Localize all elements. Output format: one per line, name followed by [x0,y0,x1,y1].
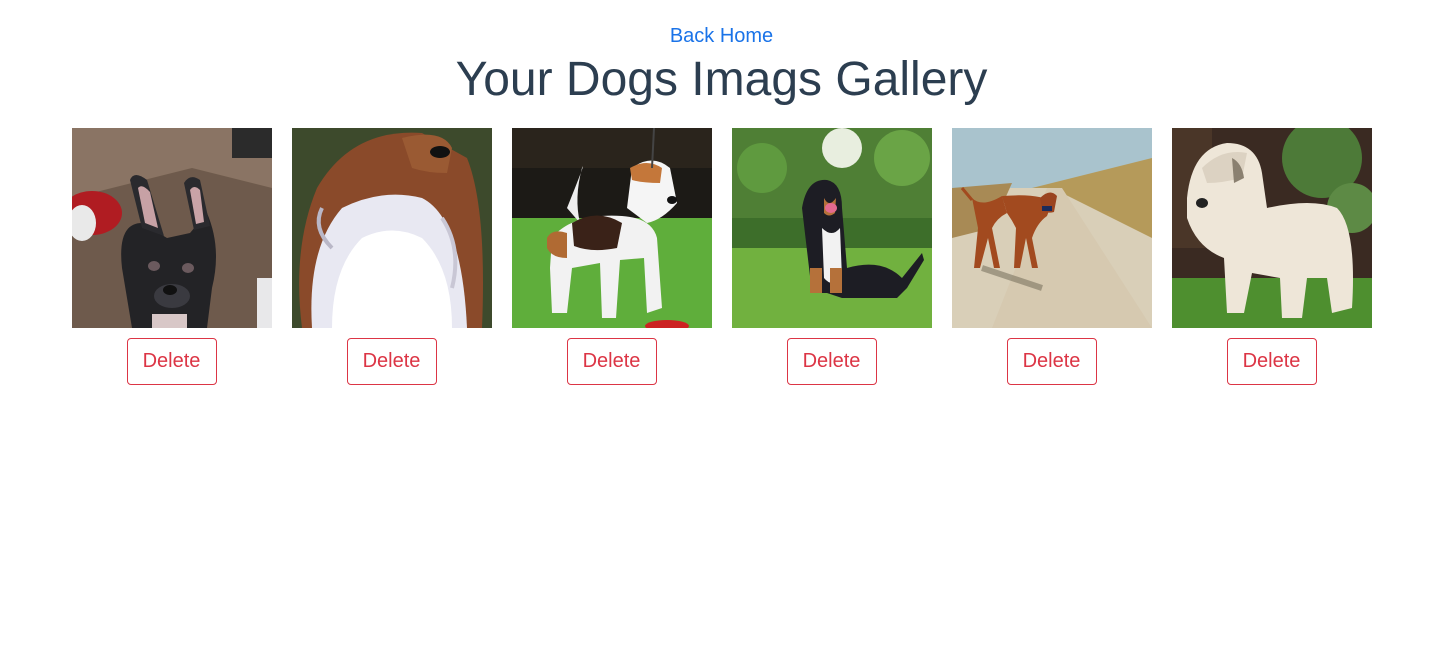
delete-button[interactable]: Delete [126,338,217,385]
delete-button[interactable]: Delete [566,338,657,385]
gallery-card: Delete [731,128,932,385]
gallery-card: Delete [1171,128,1372,385]
dog-photo-soft-coated-wheaten-terrier [1171,128,1372,328]
dog-photo-entlebucher-mountain-dog [731,128,932,328]
page-title: Your Dogs Imags Gallery [455,53,988,106]
gallery-card: Delete [951,128,1152,385]
gallery-card: Delete [291,128,492,385]
gallery-card: Delete [511,128,712,385]
dog-photo-sheltie [291,128,492,328]
dog-photo-french-bulldog [71,128,272,328]
delete-button[interactable]: Delete [1006,338,1097,385]
dog-photo-wire-fox-terrier [511,128,712,328]
delete-button[interactable]: Delete [786,338,877,385]
dog-photo-rhodesian-ridgeback [951,128,1152,328]
gallery-card: Delete [71,128,272,385]
back-home-link[interactable]: Back Home [670,24,773,48]
delete-button[interactable]: Delete [1226,338,1317,385]
delete-button[interactable]: Delete [346,338,437,385]
dog-gallery: Delete Delete Delete Delete Delete Delet… [0,128,1443,385]
page-header: Back Home Your Dogs Imags Gallery [0,0,1443,108]
